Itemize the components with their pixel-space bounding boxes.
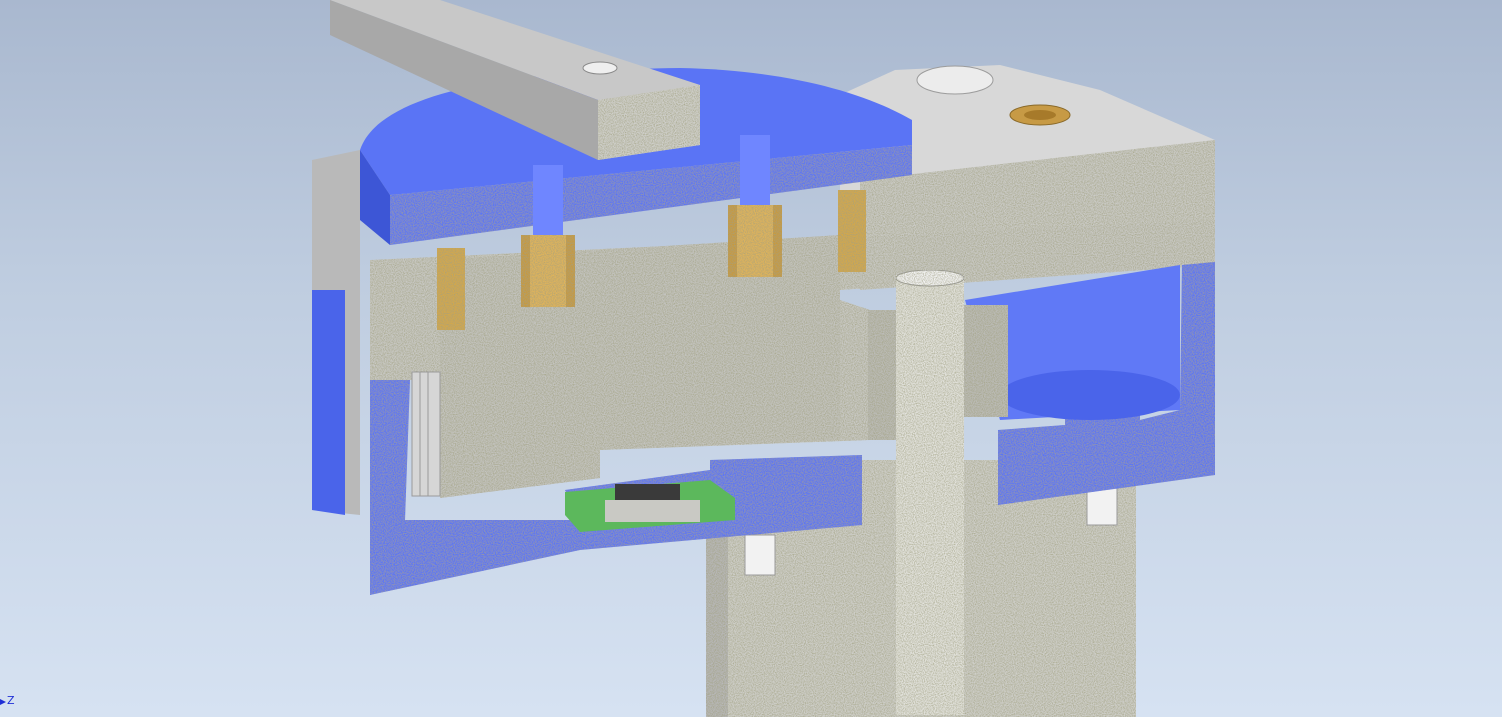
cad-viewport[interactable]: Z [0, 0, 1502, 717]
coordinate-triad-icon: Z [0, 694, 20, 708]
left-housing-wall [312, 150, 360, 515]
axis-arrow-icon [0, 699, 6, 705]
axis-label: Z [7, 694, 15, 707]
left-washer-stack [411, 371, 441, 497]
central-shaft [895, 269, 965, 715]
section-view-model[interactable] [0, 0, 1502, 717]
